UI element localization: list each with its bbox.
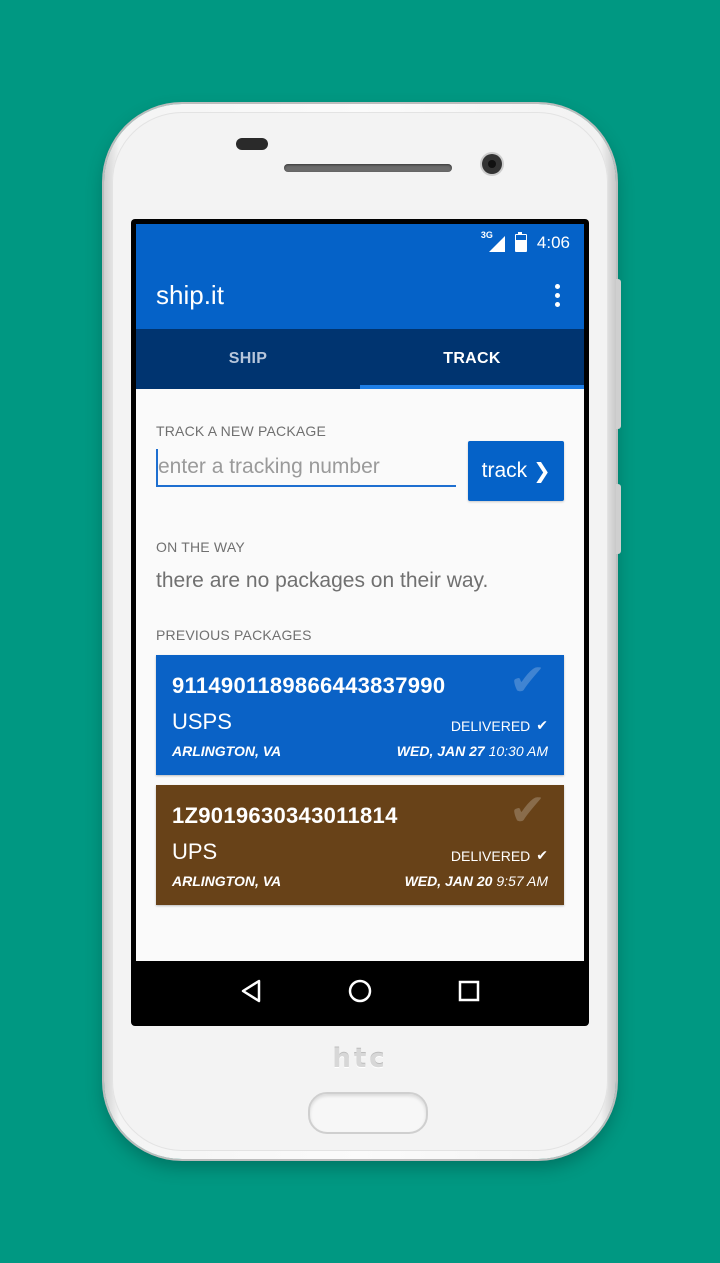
sensor [236, 138, 268, 150]
tab-track[interactable]: TRACK [360, 329, 584, 389]
clock: 4:06 [536, 233, 570, 252]
status-label: DELIVERED [450, 847, 531, 864]
back-icon[interactable] [231, 971, 271, 1011]
package-card-usps[interactable]: ✔ 9114901189866443837990 USPS DELIVERED … [156, 655, 564, 775]
earpiece-speaker [284, 164, 452, 172]
delivery-date: WED, JAN 20 [404, 873, 493, 889]
tracking-number: 9114901189866443837990 [172, 673, 446, 698]
tracking-number: 1Z9019630343011814 [172, 803, 398, 828]
track-button[interactable]: track ❯ [468, 441, 564, 501]
app-title: ship.it [156, 280, 224, 310]
overflow-menu-icon[interactable] [551, 278, 564, 313]
previous-packages-label: PREVIOUS PACKAGES [156, 627, 312, 643]
delivery-location: ARLINGTON, VA [172, 873, 282, 889]
brand-logo: htc [332, 1044, 388, 1074]
active-tab-indicator [360, 385, 584, 389]
volume-button[interactable] [616, 279, 621, 429]
delivery-status: DELIVERED ✔ [451, 847, 548, 864]
system-nav-bar [136, 961, 584, 1021]
delivery-datetime: WED, JAN 20 9:57 AM [405, 873, 548, 889]
on-the-way-label: ON THE WAY [156, 539, 245, 555]
delivery-status: DELIVERED ✔ [451, 717, 548, 734]
recents-icon[interactable] [449, 971, 489, 1011]
battery-icon [514, 232, 527, 252]
chevron-right-icon: ❯ [533, 459, 551, 483]
tracking-number-input[interactable] [156, 449, 457, 487]
track-form: track ❯ [156, 441, 564, 501]
screen: 3G 4:06 ship.it SHIP TRACK TRACK A NEW P… [131, 219, 589, 1026]
delivery-datetime: WED, JAN 27 10:30 AM [397, 743, 548, 759]
status-label: DELIVERED [450, 717, 531, 734]
status-bar: 3G 4:06 [136, 224, 584, 262]
checkmark-watermark-icon: ✔ [509, 786, 546, 835]
track-section-label: TRACK A NEW PACKAGE [156, 423, 327, 439]
delivery-date: WED, JAN 27 [396, 743, 485, 759]
carrier-name: USPS [172, 709, 232, 734]
app-bar: ship.it [136, 262, 584, 329]
track-button-label: track [481, 459, 528, 482]
front-camera-icon [482, 154, 502, 174]
track-content: TRACK A NEW PACKAGE track ❯ ON THE WAY t… [136, 423, 584, 905]
check-icon: ✔ [536, 847, 548, 863]
display: 3G 4:06 ship.it SHIP TRACK TRACK A NEW P… [136, 224, 584, 1021]
check-icon: ✔ [536, 717, 548, 733]
carrier-name: UPS [172, 839, 218, 864]
checkmark-watermark-icon: ✔ [509, 656, 546, 705]
home-icon[interactable] [340, 971, 380, 1011]
delivery-time: 9:57 AM [496, 873, 548, 889]
delivery-time: 10:30 AM [488, 743, 548, 759]
tab-bar: SHIP TRACK [136, 329, 584, 389]
signal-icon: 3G [481, 230, 505, 252]
hardware-home-button[interactable] [308, 1092, 428, 1134]
delivery-location: ARLINGTON, VA [172, 743, 282, 759]
power-button[interactable] [616, 484, 621, 554]
empty-state-message: there are no packages on their way. [156, 569, 489, 592]
tab-ship[interactable]: SHIP [136, 329, 360, 389]
package-card-ups[interactable]: ✔ 1Z9019630343011814 UPS DELIVERED ✔ ARL… [156, 785, 564, 905]
